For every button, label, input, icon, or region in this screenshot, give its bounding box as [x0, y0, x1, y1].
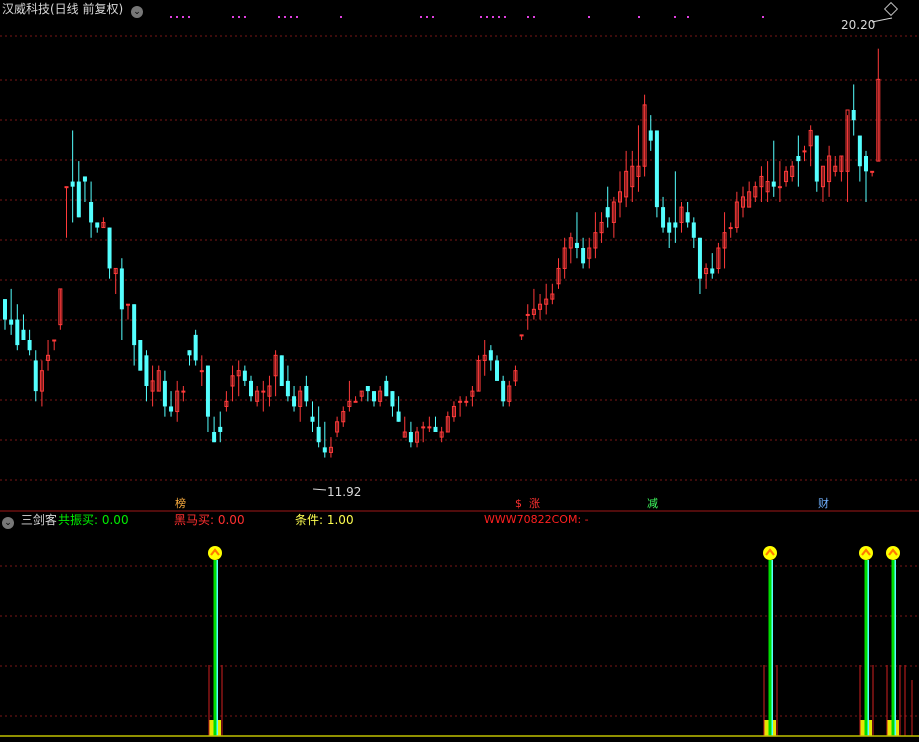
- indicator-dot: [340, 16, 342, 18]
- min-price-label: 11.92: [327, 485, 362, 499]
- chevron-down-icon[interactable]: ⌄: [2, 517, 14, 529]
- indicator-dot: [244, 16, 246, 18]
- indicator-dot: [296, 16, 298, 18]
- indicator-dot: [674, 16, 676, 18]
- candle: [193, 329, 198, 366]
- legend-url: WWW70822COM: -: [484, 513, 589, 526]
- legend-tiaojian: 条件: 1.00: [295, 513, 354, 527]
- indicator-dot: [492, 16, 494, 18]
- indicator-dot: [284, 16, 286, 18]
- chart-stage: 汉威科技(日线 前复权) ⌄ ⌄ 三剑客 共振买: 0.00 黑马买: 0.00…: [0, 0, 919, 738]
- chevron-down-icon[interactable]: ⌄: [131, 6, 144, 18]
- indicator-dot: [170, 16, 172, 18]
- chart-header: 汉威科技(日线 前复权) ⌄: [2, 2, 144, 18]
- indicator-name: 三剑客: [20, 513, 57, 527]
- event-marker: 涨: [529, 497, 540, 510]
- indicator-dot: [762, 16, 764, 18]
- indicator-dot: [176, 16, 178, 18]
- indicator-dot: [238, 16, 240, 18]
- indicator-dot: [426, 16, 428, 18]
- candle: [476, 355, 481, 392]
- candle: [138, 340, 143, 371]
- indicator-dot: [533, 16, 535, 18]
- indicator-dot: [290, 16, 292, 18]
- indicator-dot: [504, 16, 506, 18]
- event-marker: 财: [818, 497, 829, 510]
- legend-gongzhen: 共振买: 0.00: [58, 513, 129, 527]
- indicator-dot: [486, 16, 488, 18]
- up-arrow-icon: [763, 546, 777, 560]
- event-marker: 减: [647, 497, 658, 510]
- indicator-dot: [232, 16, 234, 18]
- indicator-dot: [420, 16, 422, 18]
- indicator-header: ⌄ 三剑客: [2, 513, 57, 529]
- event-marker: 榜: [175, 497, 186, 510]
- max-price-label: 20.20: [841, 18, 876, 32]
- candle: [279, 355, 284, 386]
- indicator-dot: [638, 16, 640, 18]
- indicator-dot: [527, 16, 529, 18]
- candle: [642, 94, 647, 177]
- indicator-dot: [188, 16, 190, 18]
- indicator-dot: [588, 16, 590, 18]
- legend-heima: 黑马买: 0.00: [174, 513, 245, 527]
- indicator-dot: [480, 16, 482, 18]
- candle: [58, 288, 63, 330]
- indicator-dot: [687, 16, 689, 18]
- up-arrow-icon: [859, 546, 873, 560]
- candle: [654, 130, 659, 218]
- up-arrow-icon: [208, 546, 222, 560]
- chart-svg: [0, 0, 919, 738]
- indicator-dot: [278, 16, 280, 18]
- indicator-dot: [182, 16, 184, 18]
- indicator-dot: [432, 16, 434, 18]
- indicator-dot: [498, 16, 500, 18]
- event-marker: $: [515, 497, 522, 510]
- up-arrow-icon: [886, 546, 900, 560]
- chart-title: 汉威科技(日线 前复权): [2, 2, 124, 16]
